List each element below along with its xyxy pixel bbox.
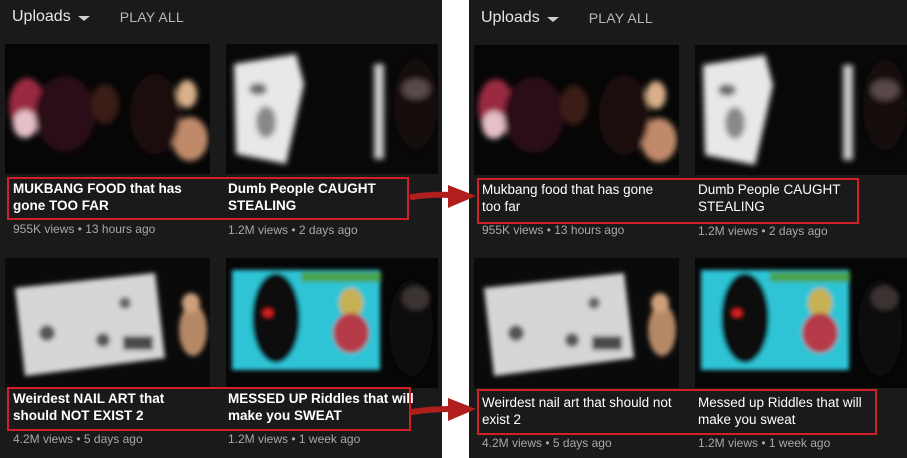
meta-separator: • <box>288 432 299 446</box>
before-panel: Uploads PLAY ALL MUKBANG FOOD that has g… <box>0 0 442 458</box>
thumbnail-image <box>5 258 210 388</box>
view-count: 1.2M views <box>698 436 759 450</box>
upload-age: 1 week ago <box>298 432 361 446</box>
upload-age: 2 days ago <box>768 224 828 238</box>
video-card[interactable] <box>5 44 210 174</box>
title-highlight-box <box>477 389 877 435</box>
video-card[interactable] <box>474 258 679 388</box>
channel-header: Uploads PLAY ALL <box>481 7 653 29</box>
view-count: 955K views <box>13 222 75 236</box>
video-meta: 955K views • 13 hours ago <box>13 222 155 236</box>
caret-down-icon <box>546 16 559 22</box>
thumbnail-image <box>474 45 679 175</box>
video-card[interactable] <box>474 45 679 175</box>
video-card[interactable] <box>226 44 438 174</box>
uploads-dropdown[interactable]: Uploads <box>481 9 559 27</box>
video-thumbnail[interactable] <box>226 258 438 388</box>
video-thumbnail[interactable] <box>5 44 210 174</box>
uploads-label: Uploads <box>12 8 71 25</box>
meta-separator: • <box>288 223 299 237</box>
video-card[interactable] <box>695 45 907 175</box>
thumbnail-image <box>474 258 679 388</box>
view-count: 4.2M views <box>482 436 543 450</box>
uploads-label: Uploads <box>481 9 540 26</box>
video-meta: 1.2M views • 2 days ago <box>698 224 828 238</box>
caret-down-icon <box>77 15 90 21</box>
title-highlight-box <box>7 177 409 220</box>
play-all-button[interactable]: PLAY ALL <box>120 9 184 25</box>
view-count: 955K views <box>482 223 544 237</box>
thumbnail-image <box>695 45 907 175</box>
video-card[interactable] <box>695 258 907 388</box>
video-meta: 4.2M views • 5 days ago <box>482 436 612 450</box>
video-thumbnail[interactable] <box>695 258 907 388</box>
upload-age: 2 days ago <box>298 223 358 237</box>
meta-separator: • <box>542 436 553 450</box>
meta-separator: • <box>73 432 84 446</box>
comparison-arrow-icon <box>410 185 476 208</box>
video-thumbnail[interactable] <box>5 258 210 388</box>
video-meta: 1.2M views • 1 week ago <box>698 436 830 450</box>
view-count: 1.2M views <box>228 432 289 446</box>
uploads-dropdown[interactable]: Uploads <box>12 8 90 26</box>
channel-header: Uploads PLAY ALL <box>12 6 184 28</box>
comparison-arrow-icon <box>410 398 476 421</box>
upload-age: 1 week ago <box>768 436 831 450</box>
upload-age: 5 days ago <box>83 432 143 446</box>
video-meta: 1.2M views • 1 week ago <box>228 432 360 446</box>
view-count: 4.2M views <box>13 432 74 446</box>
play-all-button[interactable]: PLAY ALL <box>589 10 653 26</box>
upload-age: 13 hours ago <box>554 223 625 237</box>
title-highlight-box <box>477 178 859 224</box>
video-meta: 1.2M views • 2 days ago <box>228 223 358 237</box>
video-card[interactable] <box>226 258 438 388</box>
thumbnail-image <box>226 258 438 388</box>
thumbnail-image <box>695 258 907 388</box>
video-thumbnail[interactable] <box>226 44 438 174</box>
video-meta: 4.2M views • 5 days ago <box>13 432 143 446</box>
meta-separator: • <box>758 224 769 238</box>
video-card[interactable] <box>5 258 210 388</box>
video-thumbnail[interactable] <box>474 258 679 388</box>
meta-separator: • <box>74 222 86 236</box>
thumbnail-image <box>226 44 438 174</box>
video-meta: 955K views • 13 hours ago <box>482 223 624 237</box>
title-highlight-box <box>7 387 411 431</box>
upload-age: 13 hours ago <box>85 222 156 236</box>
video-thumbnail[interactable] <box>474 45 679 175</box>
video-thumbnail[interactable] <box>695 45 907 175</box>
after-panel: Uploads PLAY ALL Mukbang food that has g… <box>469 0 907 458</box>
meta-separator: • <box>758 436 769 450</box>
thumbnail-image <box>5 44 210 174</box>
upload-age: 5 days ago <box>552 436 612 450</box>
view-count: 1.2M views <box>228 223 289 237</box>
view-count: 1.2M views <box>698 224 759 238</box>
meta-separator: • <box>543 223 555 237</box>
